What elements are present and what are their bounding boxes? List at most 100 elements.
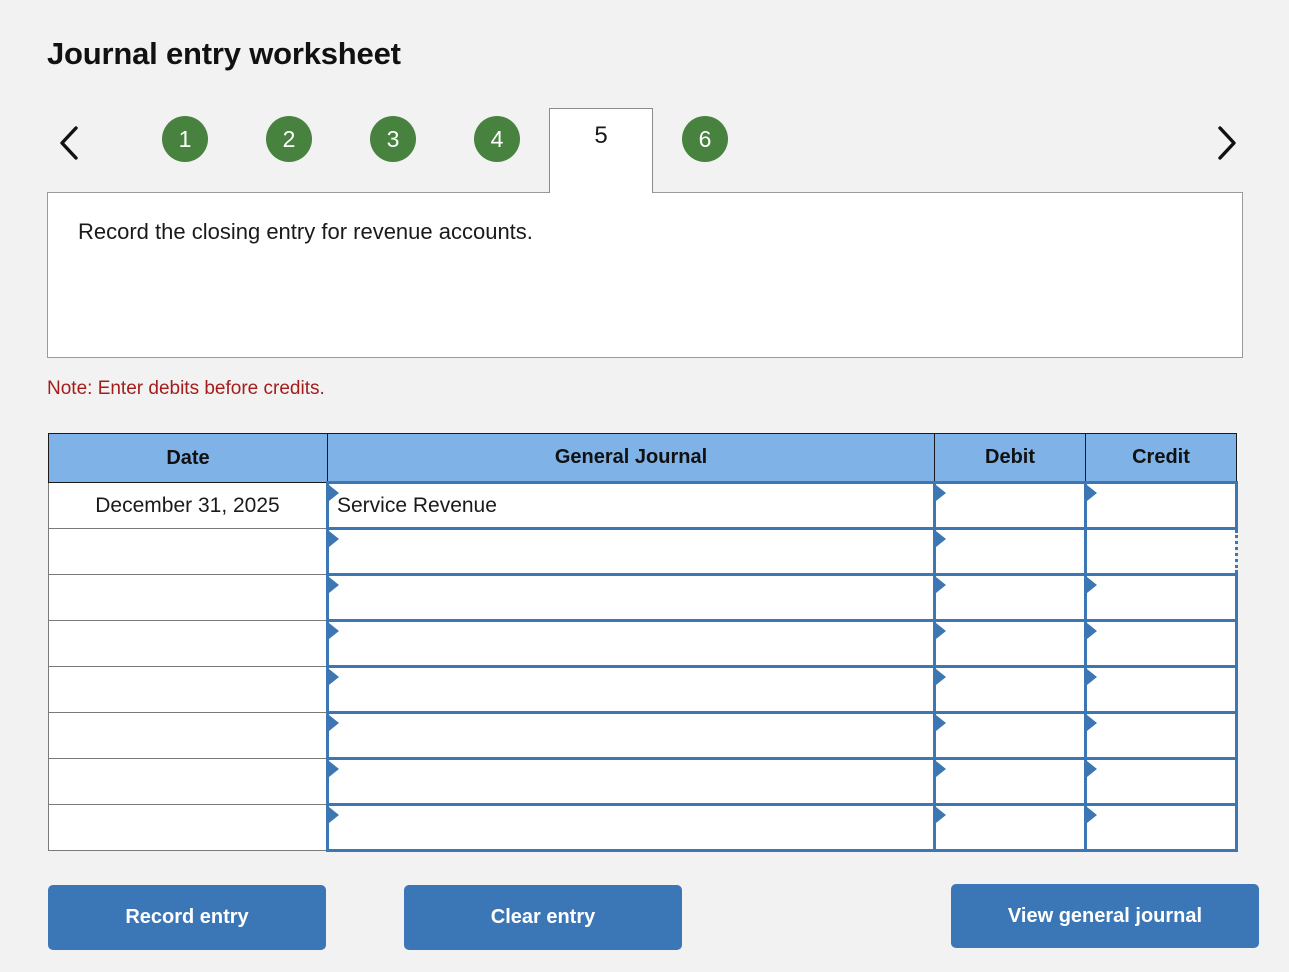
credit-cell[interactable] xyxy=(1084,711,1238,760)
credit-cell[interactable] xyxy=(1084,573,1238,622)
dropdown-triangle-icon xyxy=(329,485,339,501)
dropdown-triangle-icon xyxy=(1087,715,1097,731)
general-journal-cell[interactable] xyxy=(326,803,936,852)
general-journal-cell-value xyxy=(329,817,933,838)
credit-cell[interactable] xyxy=(1084,665,1238,714)
date-cell[interactable] xyxy=(48,528,328,575)
tab-6[interactable]: 6 xyxy=(653,108,757,193)
general-journal-cell-value xyxy=(329,541,933,562)
record-entry-button[interactable]: Record entry xyxy=(48,885,326,950)
credit-cell-value xyxy=(1087,817,1235,838)
debit-cell-value xyxy=(936,495,1084,516)
debit-cell[interactable] xyxy=(933,619,1087,668)
tab-3-label: 3 xyxy=(370,116,416,162)
credit-cell[interactable] xyxy=(1084,619,1238,668)
tab-3[interactable]: 3 xyxy=(341,108,445,193)
table-row xyxy=(48,803,1238,852)
date-cell[interactable] xyxy=(48,758,328,805)
debit-cell-value xyxy=(936,541,1084,562)
credit-cell[interactable] xyxy=(1084,481,1238,530)
debit-cell-value xyxy=(936,587,1084,608)
column-header-general-journal: General Journal xyxy=(327,433,935,483)
journal-entry-worksheet-page: Journal entry worksheet 1 2 3 4 5 6 Reco… xyxy=(0,0,1289,972)
debit-cell[interactable] xyxy=(933,803,1087,852)
date-cell[interactable] xyxy=(48,712,328,759)
general-journal-cell-value xyxy=(329,633,933,654)
credit-cell-value xyxy=(1087,771,1235,792)
credit-cell[interactable] xyxy=(1084,803,1238,852)
general-journal-cell[interactable] xyxy=(326,757,936,806)
tab-5-label: 5 xyxy=(594,122,608,149)
column-header-credit: Credit xyxy=(1085,433,1237,483)
dropdown-triangle-icon xyxy=(1087,623,1097,639)
worksheet-tab-strip: 1 2 3 4 5 6 xyxy=(47,108,1243,193)
tab-2[interactable]: 2 xyxy=(237,108,341,193)
debit-cell-value xyxy=(936,771,1084,792)
dropdown-triangle-icon xyxy=(936,485,946,501)
dropdown-triangle-icon xyxy=(936,577,946,593)
general-journal-cell[interactable] xyxy=(326,527,936,576)
credit-cell-value xyxy=(1087,679,1235,700)
dropdown-triangle-icon xyxy=(936,715,946,731)
debit-cell[interactable] xyxy=(933,711,1087,760)
table-row xyxy=(48,711,1238,760)
prompt-panel: Record the closing entry for revenue acc… xyxy=(47,192,1243,358)
debits-before-credits-note: Note: Enter debits before credits. xyxy=(47,378,325,399)
table-row xyxy=(48,665,1238,714)
next-entry-button[interactable] xyxy=(1205,108,1249,178)
date-cell[interactable] xyxy=(48,804,328,851)
debit-cell[interactable] xyxy=(933,573,1087,622)
column-header-debit: Debit xyxy=(934,433,1086,483)
journal-rows: December 31, 2025 Service Revenue xyxy=(48,481,1238,852)
debit-cell[interactable] xyxy=(933,527,1087,576)
dropdown-triangle-icon xyxy=(936,761,946,777)
credit-cell[interactable] xyxy=(1084,757,1238,806)
table-header-row: Date General Journal Debit Credit xyxy=(48,433,1237,483)
tab-5[interactable]: 5 xyxy=(549,108,653,193)
dropdown-triangle-icon xyxy=(329,715,339,731)
debit-cell[interactable] xyxy=(933,481,1087,530)
general-journal-cell[interactable] xyxy=(326,573,936,622)
credit-cell[interactable] xyxy=(1084,527,1238,576)
tab-1[interactable]: 1 xyxy=(133,108,237,193)
tab-4-label: 4 xyxy=(474,116,520,162)
debit-cell[interactable] xyxy=(933,757,1087,806)
dropdown-triangle-icon xyxy=(329,761,339,777)
date-cell[interactable] xyxy=(48,620,328,667)
date-cell[interactable]: December 31, 2025 xyxy=(48,482,328,529)
table-row xyxy=(48,757,1238,806)
general-journal-cell[interactable]: Service Revenue xyxy=(326,481,936,530)
credit-cell-value xyxy=(1087,725,1235,746)
general-journal-cell-value xyxy=(329,725,933,746)
view-general-journal-button[interactable]: View general journal xyxy=(951,884,1259,948)
table-row: December 31, 2025 Service Revenue xyxy=(48,481,1238,530)
general-journal-cell[interactable] xyxy=(326,619,936,668)
credit-cell-value xyxy=(1087,541,1235,562)
tab-6-label: 6 xyxy=(682,116,728,162)
general-journal-cell-value: Service Revenue xyxy=(337,493,497,517)
page-title: Journal entry worksheet xyxy=(47,36,401,71)
credit-cell-value xyxy=(1087,633,1235,654)
dropdown-triangle-icon xyxy=(1087,669,1097,685)
journal-entry-table: Date General Journal Debit Credit Decemb… xyxy=(48,433,1238,852)
date-cell[interactable] xyxy=(48,574,328,621)
debit-cell-value xyxy=(936,679,1084,700)
general-journal-cell[interactable] xyxy=(326,711,936,760)
dropdown-triangle-icon xyxy=(329,807,339,823)
dropdown-triangle-icon xyxy=(329,623,339,639)
credit-cell-value xyxy=(1087,587,1235,608)
table-row xyxy=(48,527,1238,576)
previous-entry-button[interactable] xyxy=(47,108,91,178)
dropdown-triangle-icon xyxy=(329,577,339,593)
tab-list: 1 2 3 4 5 6 xyxy=(133,108,757,193)
tab-2-label: 2 xyxy=(266,116,312,162)
debit-cell-value xyxy=(936,633,1084,654)
clear-entry-button[interactable]: Clear entry xyxy=(404,885,682,950)
general-journal-cell[interactable] xyxy=(326,665,936,714)
date-cell[interactable] xyxy=(48,666,328,713)
debit-cell[interactable] xyxy=(933,665,1087,714)
dropdown-triangle-icon xyxy=(936,669,946,685)
tab-4[interactable]: 4 xyxy=(445,108,549,193)
dropdown-triangle-icon xyxy=(329,531,339,547)
dropdown-triangle-icon xyxy=(329,669,339,685)
